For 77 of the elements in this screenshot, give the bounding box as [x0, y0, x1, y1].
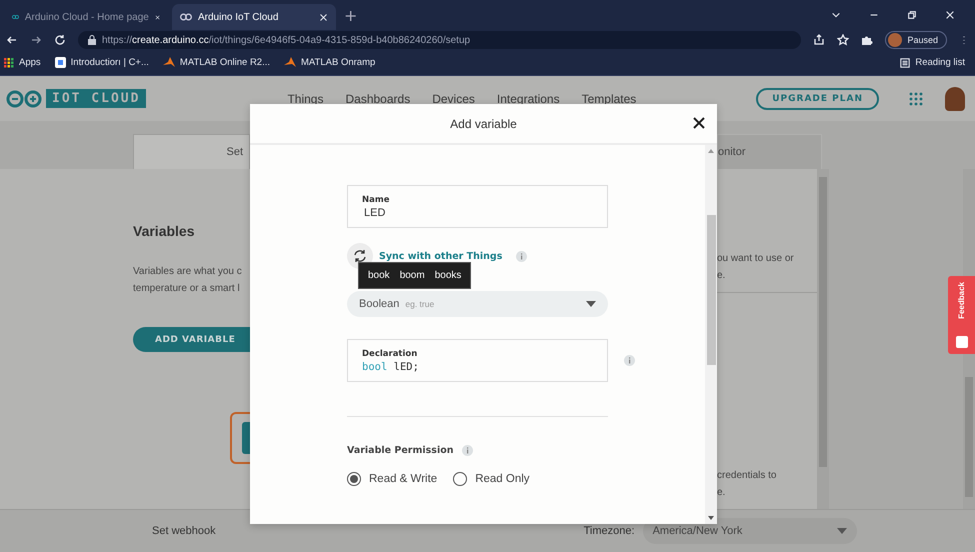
new-tab-button[interactable]: +	[344, 6, 358, 24]
star-icon[interactable]	[837, 34, 850, 46]
scrollbar[interactable]	[705, 145, 717, 524]
close-icon[interactable]	[945, 10, 955, 20]
caret-icon	[586, 301, 596, 307]
nav-link[interactable]: Integrations	[496, 92, 560, 106]
name-field[interactable]: Name LED	[347, 185, 608, 228]
info-icon[interactable]	[462, 445, 473, 456]
forward-icon[interactable]	[30, 34, 42, 46]
suggestion[interactable]: books	[432, 270, 464, 281]
close-icon[interactable]	[319, 12, 328, 22]
dialog-title: Add variable	[450, 116, 517, 130]
reading-list-button[interactable]: Reading list	[900, 57, 971, 68]
peak-icon	[284, 57, 296, 68]
bookmark[interactable]: Apps	[4, 57, 41, 68]
bookmark-label: Apps	[19, 57, 41, 68]
bookmark-label: Introductiorı | C+...	[70, 57, 149, 68]
nav-link[interactable]: Devices	[432, 92, 475, 106]
description-text: Variables are what you c	[133, 265, 243, 279]
back-icon[interactable]	[6, 34, 18, 46]
reload-icon[interactable]	[54, 34, 66, 46]
bookmark[interactable]: MATLAB Onramp	[284, 57, 376, 68]
profile-button[interactable]: Paused	[885, 31, 947, 49]
page-icon	[54, 57, 66, 68]
address-field[interactable]: https://create.arduino.cc/iot/things/6e4946f5-04a9-4315-859d-b40b86240260/setup	[78, 31, 802, 49]
browser-tab[interactable]: Arduino Cloud - Home page	[4, 4, 168, 30]
tab-title: Arduino IoT Cloud	[198, 12, 280, 22]
apps-grid-icon	[4, 58, 14, 68]
add-variable-button[interactable]: ADD VARIABLE	[133, 327, 250, 352]
infinity-icon	[180, 13, 192, 21]
permission-radio[interactable]: Read & Write	[347, 472, 438, 486]
apps-grid-icon[interactable]	[909, 92, 923, 106]
scrollbar[interactable]	[817, 169, 829, 509]
sync-link[interactable]: Sync with other Things	[379, 250, 502, 262]
permission-radio[interactable]: Read Only	[453, 472, 530, 486]
nav-link[interactable]: Dashboards	[345, 92, 410, 106]
caret-icon	[836, 528, 847, 534]
description-text: e.	[717, 269, 726, 283]
peak-icon	[162, 57, 175, 68]
permission-label: Variable Permission	[347, 445, 454, 456]
nav-link[interactable]: Templates	[582, 92, 636, 106]
share-icon[interactable]	[813, 34, 826, 46]
description-text: ou want to use or	[717, 252, 795, 266]
suggestion[interactable]: boom	[396, 270, 428, 281]
feedback-button[interactable]: Feedback	[948, 276, 975, 354]
section-title: Variables	[133, 223, 196, 239]
info-icon[interactable]	[516, 250, 528, 262]
close-icon[interactable]	[154, 12, 160, 22]
bookmark-label: MATLAB Online R2...	[180, 57, 270, 68]
description-text: credentials to	[717, 469, 778, 483]
bookmark-label: MATLAB Onramp	[301, 57, 376, 68]
bookmark[interactable]: Introductiorı | C+...	[54, 57, 149, 68]
puzzle-icon[interactable]	[861, 34, 874, 46]
webhook-link[interactable]: Set webhook	[152, 525, 216, 537]
info-icon[interactable]	[624, 355, 635, 366]
reading-list-label: Reading list	[915, 57, 965, 68]
tab-title: Arduino Cloud - Home page	[24, 12, 149, 22]
bookmark[interactable]: MATLAB Online R2...	[162, 57, 270, 68]
scroll-down-icon[interactable]	[708, 516, 714, 520]
lock-icon	[88, 35, 96, 45]
description-text: temperature or a smart l	[133, 282, 241, 296]
restore-icon[interactable]	[907, 10, 917, 20]
description-text: e.	[717, 486, 726, 500]
timezone-select[interactable]: America/New York	[642, 518, 857, 544]
timezone-label: Timezone:	[584, 525, 635, 537]
declaration-field[interactable]: Declaration bool lED;	[347, 339, 608, 382]
avatar[interactable]	[945, 86, 965, 110]
browser-tab[interactable]: Arduino IoT Cloud	[172, 4, 336, 30]
logo-text: IOT CLOUD	[46, 89, 146, 108]
page-tab[interactable]: Set	[133, 134, 250, 169]
infinity-icon	[12, 13, 19, 21]
page-tab[interactable]: onitor	[717, 134, 822, 169]
chevron-down-icon[interactable]	[831, 10, 841, 20]
type-select[interactable]: Boolean eg. true	[347, 291, 608, 317]
suggestion[interactable]: book	[365, 270, 393, 281]
reading-list-icon[interactable]	[900, 58, 910, 68]
infinity-logo-icon	[6, 90, 42, 108]
